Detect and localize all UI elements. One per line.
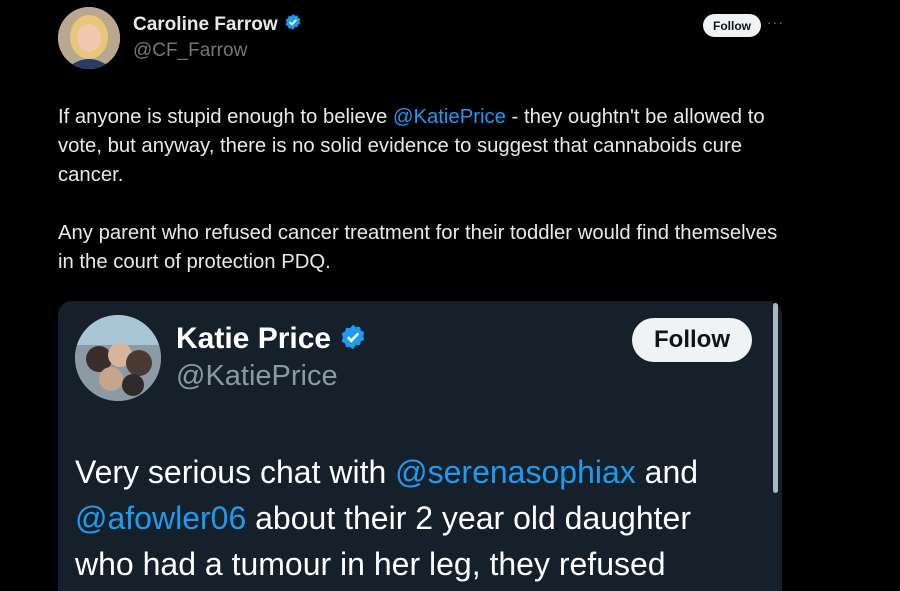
follow-button[interactable]: Follow [703, 14, 761, 37]
tweet-paragraph-2: Any parent who refused cancer treatment … [58, 222, 778, 273]
tweet-text: If anyone is stupid enough to believe @K… [58, 103, 798, 306]
author-avatar[interactable] [58, 7, 120, 69]
scrollbar[interactable] [773, 303, 778, 493]
quoted-author-name[interactable]: Katie Price [176, 322, 331, 356]
mention-link[interactable]: @afowler06 [75, 500, 246, 536]
mention-link[interactable]: @KatiePrice [393, 106, 506, 128]
author-name[interactable]: Caroline Farrow [133, 14, 278, 36]
author-handle[interactable]: @CF_Farrow [133, 40, 247, 62]
quoted-author-avatar[interactable] [75, 315, 161, 401]
tweet-paragraph-1: If anyone is stupid enough to believe @K… [58, 106, 765, 186]
quoted-tweet-card[interactable]: Katie Price @KatiePrice Follow Very seri… [58, 301, 782, 591]
quoted-follow-button[interactable]: Follow [632, 318, 752, 362]
quoted-author-handle[interactable]: @KatiePrice [176, 360, 338, 393]
mention-link[interactable]: @serenasophiax [395, 454, 636, 490]
quoted-tweet-text: Very serious chat with @serenasophiax an… [75, 454, 699, 582]
more-horizontal-icon[interactable]: ··· [767, 14, 784, 30]
verified-badge-icon [284, 13, 302, 36]
quoted-verified-badge-icon [339, 323, 367, 356]
